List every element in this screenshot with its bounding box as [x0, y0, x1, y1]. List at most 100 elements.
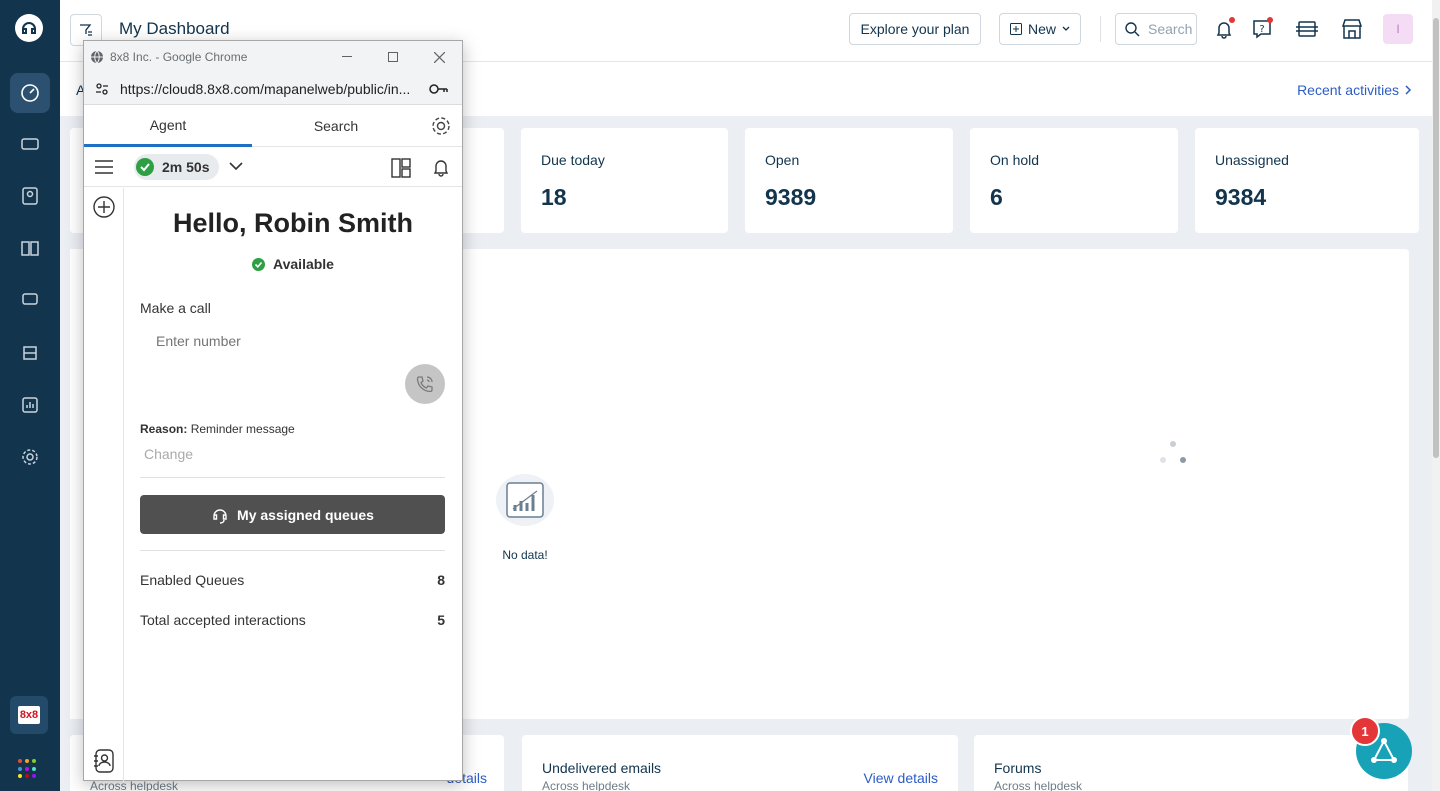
reports-nav-icon[interactable] — [10, 385, 50, 425]
stat-card-due-today[interactable]: Due today 18 — [521, 128, 728, 233]
bottom-card-title: Undelivered emails — [542, 760, 662, 776]
marketplace-store-icon[interactable] — [1337, 14, 1367, 44]
new-button[interactable]: New — [999, 13, 1081, 45]
help-dot — [1267, 17, 1273, 23]
popup-address-bar[interactable]: https://cloud8.8x8.com/mapanelweb/public… — [84, 73, 462, 105]
site-settings-icon[interactable] — [94, 81, 110, 97]
my-assigned-queues-button[interactable]: My assigned queues — [140, 495, 445, 534]
add-circle-icon[interactable] — [93, 196, 115, 218]
tickets-nav-icon[interactable] — [10, 124, 50, 164]
left-navigation: 8x8 — [0, 0, 60, 791]
greeting-heading: Hello, Robin Smith — [173, 208, 413, 238]
knowledge-base-nav-icon[interactable] — [10, 228, 50, 268]
reason-value: Reminder message — [190, 422, 295, 436]
hamburger-menu-icon[interactable] — [94, 159, 114, 175]
announcements-icon[interactable] — [1292, 14, 1322, 44]
dashboard-nav-icon[interactable] — [10, 73, 50, 113]
search-icon — [1125, 22, 1140, 37]
phone-icon — [416, 376, 433, 393]
contact-book-icon[interactable] — [93, 749, 115, 773]
popup-side-rail — [84, 188, 124, 782]
bell-icon[interactable] — [431, 157, 451, 177]
plus-square-icon — [1009, 23, 1022, 35]
chevron-down-icon — [1062, 26, 1070, 31]
phone-number-input[interactable] — [140, 323, 390, 359]
globe-icon — [91, 50, 103, 64]
divider — [140, 477, 445, 478]
help-icon[interactable]: ? — [1247, 14, 1277, 44]
status-timer[interactable]: 2m 50s — [134, 154, 220, 180]
freshdesk-logo-icon[interactable] — [15, 14, 43, 42]
bottom-card-title: Forums — [994, 760, 1042, 776]
svg-text:?: ? — [1259, 24, 1264, 35]
reason-line: Reason: Reminder message — [140, 422, 295, 436]
divider — [140, 550, 445, 551]
password-key-icon[interactable] — [428, 82, 448, 96]
accepted-interactions-row: Total accepted interactions 5 — [140, 612, 445, 628]
headset-icon — [213, 508, 227, 524]
view-details-link[interactable]: View details — [864, 770, 938, 786]
popup-toolbar: 2m 50s — [84, 147, 462, 187]
stat-card-on-hold[interactable]: On hold 6 — [970, 128, 1178, 233]
reason-label: Reason: — [140, 422, 188, 436]
stat-label: On hold — [990, 152, 1040, 168]
status-check-icon — [136, 158, 154, 176]
stat-card-unassigned[interactable]: Unassigned 9384 — [1195, 128, 1419, 233]
settings-nav-icon[interactable] — [10, 437, 50, 477]
no-data-label: No data! — [502, 548, 548, 562]
8x8-app-icon[interactable]: 8x8 — [10, 696, 48, 734]
explore-plan-label: Explore your plan — [860, 21, 970, 37]
gear-icon[interactable] — [430, 115, 452, 137]
timer-value: 2m 50s — [162, 159, 210, 175]
stat-label: Unassigned — [1215, 152, 1289, 168]
new-button-label: New — [1027, 21, 1056, 37]
bottom-card-undelivered-emails[interactable]: Undelivered emails Across helpdesk View … — [522, 735, 958, 791]
apps-grid-icon[interactable] — [18, 759, 38, 779]
bottom-card-subtitle: Across helpdesk — [994, 779, 1083, 791]
admin-nav-icon[interactable] — [10, 333, 50, 373]
contacts-nav-icon[interactable] — [10, 176, 50, 216]
stat-value: 9389 — [765, 184, 817, 210]
chart-placeholder-icon — [496, 474, 554, 526]
stat-label: Open — [765, 152, 800, 168]
search-button[interactable]: Search — [1115, 13, 1197, 45]
popup-tabs: Agent Search — [84, 105, 462, 147]
tab-agent[interactable]: Agent — [84, 105, 252, 147]
user-avatar[interactable]: I — [1383, 14, 1413, 44]
chevron-right-icon — [1405, 85, 1412, 95]
row-label: Total accepted interactions — [140, 612, 306, 628]
tab-search[interactable]: Search — [252, 105, 420, 147]
call-button[interactable] — [405, 364, 445, 404]
available-check-icon — [252, 257, 266, 271]
recent-activities-label: Recent activities — [1297, 82, 1399, 98]
conversations-nav-icon[interactable] — [10, 280, 50, 320]
no-data-placeholder: No data! — [495, 474, 555, 562]
popup-url-text: https://cloud8.8x8.com/mapanelweb/public… — [120, 80, 411, 97]
close-icon[interactable] — [416, 41, 462, 73]
enabled-queues-row: Enabled Queues 8 — [140, 572, 445, 588]
popup-title-bar[interactable]: 8x8 Inc. - Google Chrome — [84, 41, 462, 73]
stat-value: 6 — [990, 184, 1003, 210]
explore-plan-button[interactable]: Explore your plan — [849, 13, 981, 45]
popup-window-title: 8x8 Inc. - Google Chrome — [110, 50, 248, 64]
maximize-icon[interactable] — [370, 41, 416, 73]
header-separator — [1100, 16, 1101, 42]
8x8-brand-label: 8x8 — [17, 706, 41, 724]
recent-activities-link[interactable]: Recent activities — [1297, 82, 1412, 98]
availability-label: Available — [273, 256, 334, 272]
stat-value: 18 — [541, 184, 567, 210]
minimize-icon[interactable] — [324, 41, 370, 73]
layout-icon[interactable] — [391, 158, 411, 178]
page-scrollbar[interactable] — [1432, 0, 1440, 791]
availability-status: Available — [124, 256, 462, 272]
chart-panel: No data! — [465, 249, 1409, 719]
page-title: My Dashboard — [119, 19, 230, 38]
queues-button-label: My assigned queues — [237, 506, 374, 523]
fab-notification-badge: 1 — [1350, 716, 1380, 746]
chevron-down-icon[interactable] — [229, 161, 243, 171]
change-reason-link[interactable]: Change — [144, 446, 193, 462]
notifications-bell-icon[interactable] — [1209, 14, 1239, 44]
stat-card-open[interactable]: Open 9389 — [745, 128, 953, 233]
avatar-initial: I — [1396, 22, 1400, 36]
bottom-card-forums[interactable]: Forums Across helpdesk — [974, 735, 1408, 791]
